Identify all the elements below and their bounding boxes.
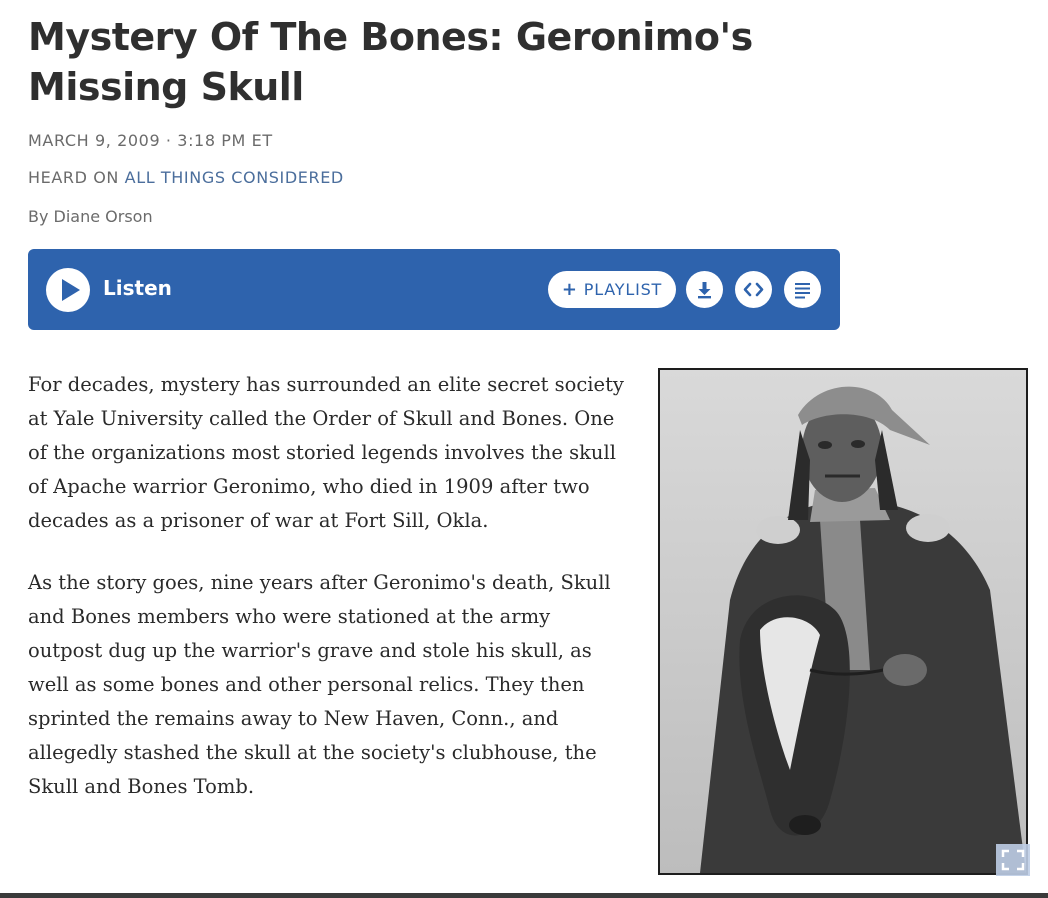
bottom-border [0,893,1048,898]
plus-icon: + [561,279,578,300]
heard-on: HEARD ON ALL THINGS CONSIDERED [28,168,344,187]
heard-on-label: HEARD ON [28,168,119,187]
article-photo[interactable] [658,368,1028,875]
download-icon [698,282,711,299]
listen-label: Listen [103,276,172,300]
story-paragraph: As the story goes, nine years after Gero… [28,571,611,798]
embed-code-icon [743,282,764,297]
download-button[interactable] [686,271,723,308]
embed-button[interactable] [735,271,772,308]
play-icon [62,279,80,301]
add-to-playlist-button[interactable]: + PLAYLIST [548,271,676,308]
geronimo-portrait-image [660,370,1026,873]
expand-image-button[interactable] [996,844,1030,876]
transcript-button[interactable] [784,271,821,308]
audio-player: Listen + PLAYLIST [28,249,840,330]
play-button[interactable] [46,268,90,312]
story-paragraph: For decades, mystery has surrounded an e… [28,373,624,532]
article-title: Mystery Of The Bones: Geronimo's Missing… [28,15,753,109]
article-body: For decades, mystery has surrounded an e… [28,368,628,832]
article-date: MARCH 9, 2009 · 3:18 PM ET [28,131,273,150]
byline: By Diane Orson [28,207,153,226]
expand-icon [1001,849,1025,871]
playlist-label: PLAYLIST [583,280,663,299]
transcript-icon [795,283,810,299]
program-link[interactable]: ALL THINGS CONSIDERED [125,168,344,187]
